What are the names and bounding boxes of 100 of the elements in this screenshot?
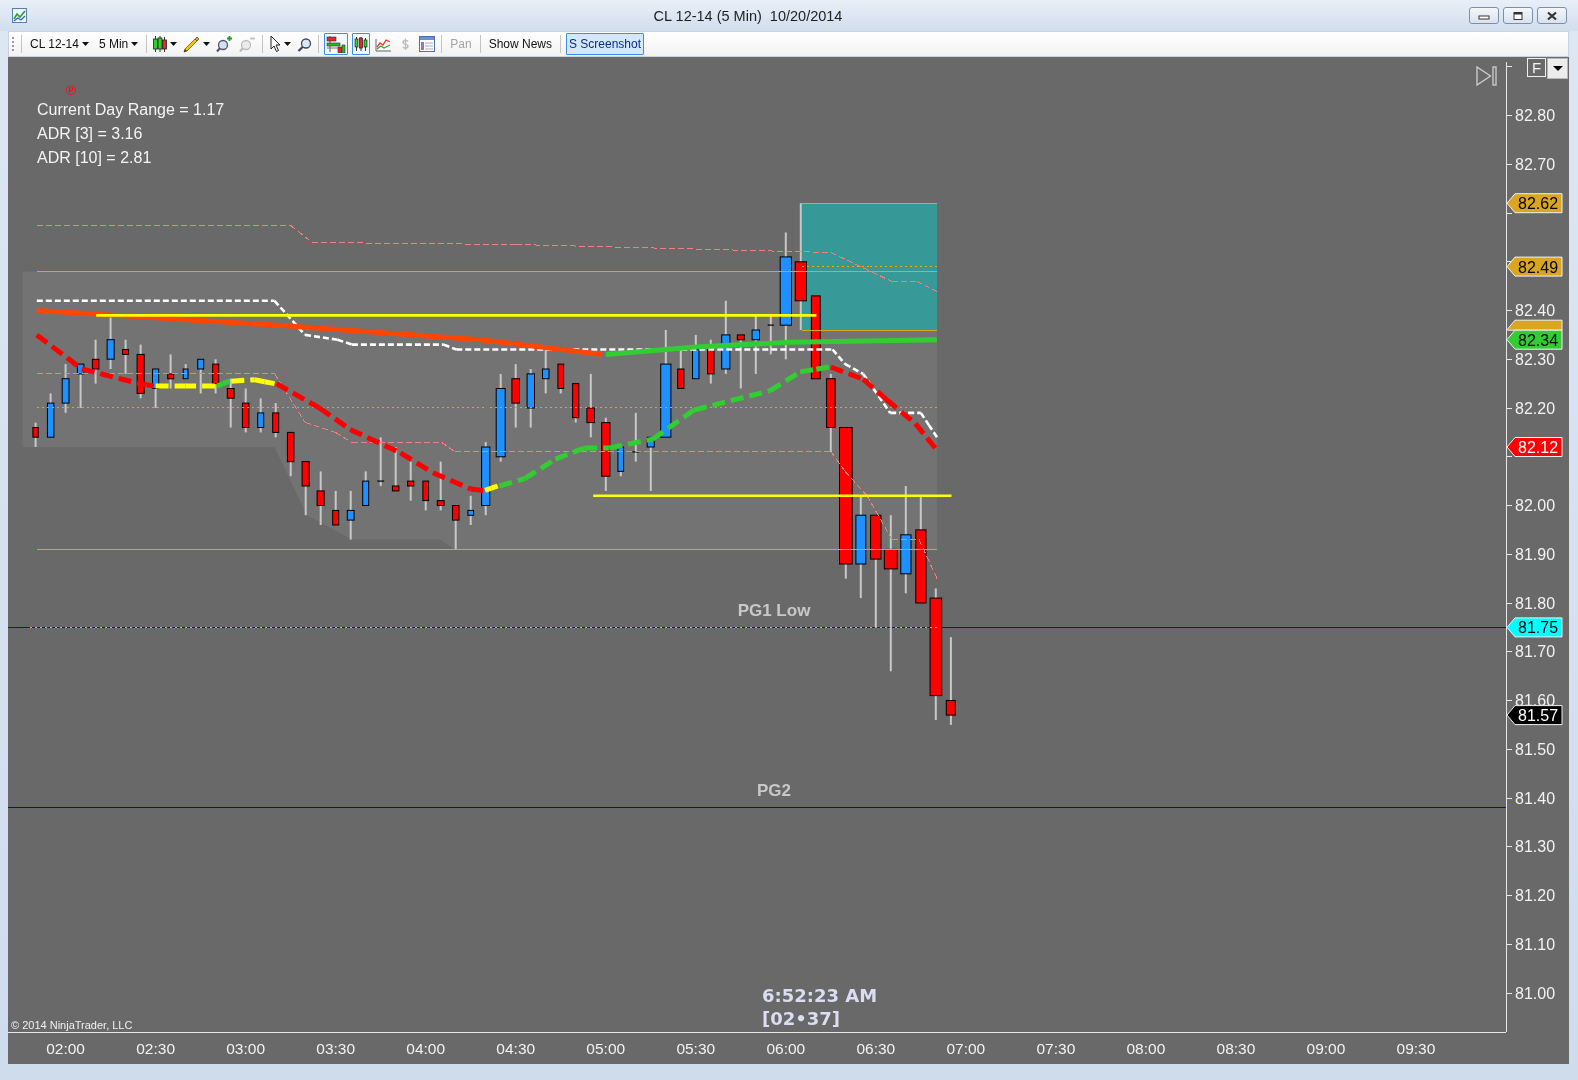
caret-icon xyxy=(203,42,211,46)
candle xyxy=(436,460,445,512)
candle xyxy=(272,402,280,439)
time-axis-label: 03:00 xyxy=(226,1039,266,1057)
candle xyxy=(391,446,400,492)
candle xyxy=(707,338,715,385)
caret-icon xyxy=(170,42,178,46)
window-title: CL 12-14 (5 Min) 10/20/2014 xyxy=(652,7,844,24)
time-axis-label: 07:00 xyxy=(946,1039,986,1057)
cursor-button[interactable] xyxy=(267,33,294,55)
copyright-text: © 2014 NinjaTrader, LLC xyxy=(11,1019,133,1032)
caret-icon xyxy=(81,42,89,46)
candle xyxy=(136,343,145,400)
restore-icon xyxy=(1512,10,1524,21)
candlestick-chart-button[interactable] xyxy=(352,33,371,55)
candle xyxy=(376,436,385,487)
close-button[interactable] xyxy=(1537,7,1567,24)
table-button[interactable] xyxy=(417,33,438,55)
price-axis-label: 81.00 xyxy=(1515,984,1556,1002)
candle xyxy=(32,421,39,448)
info-text: Current Day Range = 1.17 xyxy=(37,100,225,120)
candle xyxy=(362,470,370,507)
price-axis-label: 82.40 xyxy=(1515,302,1556,319)
candle xyxy=(557,363,565,395)
info-text: ADR [3] = 3.16 xyxy=(37,124,144,144)
price-tag: 82.49 xyxy=(1506,256,1563,277)
dropdown-button[interactable] xyxy=(1547,58,1568,79)
close-icon xyxy=(1546,10,1558,21)
candle xyxy=(61,363,70,414)
time-axis-label: 09:00 xyxy=(1306,1039,1346,1057)
candle xyxy=(767,314,775,356)
time-axis-label: 08:00 xyxy=(1126,1039,1166,1057)
time-axis-label: 02:30 xyxy=(136,1039,176,1057)
time-axis-label: 04:00 xyxy=(406,1039,446,1057)
marker-symbol: ℗ xyxy=(64,84,77,98)
line-chart-icon xyxy=(375,36,393,52)
price-axis-label: 82.00 xyxy=(1515,497,1556,514)
price-tag: 82.34 xyxy=(1506,329,1563,350)
caret-icon xyxy=(1552,66,1563,71)
time-axis-label: 05:30 xyxy=(676,1039,716,1057)
bar-timer-text: [02•37] xyxy=(762,1008,841,1030)
price-axis-label: 82.70 xyxy=(1515,155,1556,173)
zoom-out-icon xyxy=(239,35,257,53)
skip-to-end-icon[interactable] xyxy=(1476,66,1497,86)
candle xyxy=(407,460,415,502)
price-tag: 81.75 xyxy=(1506,617,1563,638)
candle xyxy=(301,460,310,517)
reference-line-label: PG2 xyxy=(757,781,791,800)
toolbar-button[interactable]: Show News xyxy=(485,33,555,55)
price-axis-label: 81.80 xyxy=(1515,594,1556,612)
caret-icon xyxy=(131,42,139,46)
candle xyxy=(422,480,430,512)
f-button[interactable]: F xyxy=(1527,58,1546,77)
candle xyxy=(316,470,325,526)
zoom-in-icon xyxy=(216,35,234,53)
pencil-icon xyxy=(183,35,201,53)
price-axis-label: 81.30 xyxy=(1515,838,1556,856)
price-axis-label: 81.20 xyxy=(1515,887,1556,904)
price-axis-label: 81.70 xyxy=(1515,643,1556,661)
time-axis-label: 03:30 xyxy=(316,1039,356,1057)
candle xyxy=(736,333,745,390)
candle xyxy=(182,363,189,380)
candle xyxy=(751,314,760,375)
candle xyxy=(167,353,175,390)
caret-icon xyxy=(284,42,292,46)
candle xyxy=(152,368,160,409)
bars-icon xyxy=(326,35,347,53)
price-axis-label: 82.20 xyxy=(1515,399,1556,417)
price-tag: 81.57 xyxy=(1506,705,1563,726)
candle xyxy=(631,411,640,463)
candle xyxy=(542,348,550,395)
price-axis-label: 81.10 xyxy=(1515,935,1556,953)
dropdown-button[interactable]: CL 12-14 xyxy=(27,33,92,55)
price-tag: 82.12 xyxy=(1506,437,1563,457)
grip-handle[interactable] xyxy=(12,37,14,51)
info-text: ADR [10] = 2.81 xyxy=(37,148,153,168)
time-axis-label: 02:00 xyxy=(46,1039,85,1057)
time-axis-label: 04:30 xyxy=(496,1039,536,1057)
time-axis-label: 05:00 xyxy=(586,1039,626,1057)
candle xyxy=(212,358,220,395)
price-axis-label: 82.80 xyxy=(1515,107,1556,124)
candle xyxy=(452,504,460,551)
dropdown-button[interactable]: 5 Min xyxy=(95,33,142,55)
candle xyxy=(586,372,595,439)
candlestick-button[interactable] xyxy=(151,33,180,55)
price-axis-label: 82.30 xyxy=(1515,350,1556,368)
bars-button[interactable] xyxy=(324,33,349,55)
app-icon xyxy=(12,8,27,23)
time-axis-label: 06:30 xyxy=(856,1039,896,1057)
time-axis-label: 07:30 xyxy=(1036,1039,1076,1057)
toolbar-button[interactable]: S Screenshot xyxy=(566,33,645,55)
price-axis-label: 81.90 xyxy=(1515,545,1556,563)
candlestick-icon xyxy=(153,35,168,53)
candlestick-chart-icon xyxy=(354,36,369,52)
candle xyxy=(197,358,205,395)
candle xyxy=(526,368,535,429)
candle xyxy=(226,377,235,429)
time-axis-label: 09:30 xyxy=(1396,1039,1436,1057)
candle xyxy=(122,338,130,375)
restore-button[interactable] xyxy=(1503,7,1533,24)
